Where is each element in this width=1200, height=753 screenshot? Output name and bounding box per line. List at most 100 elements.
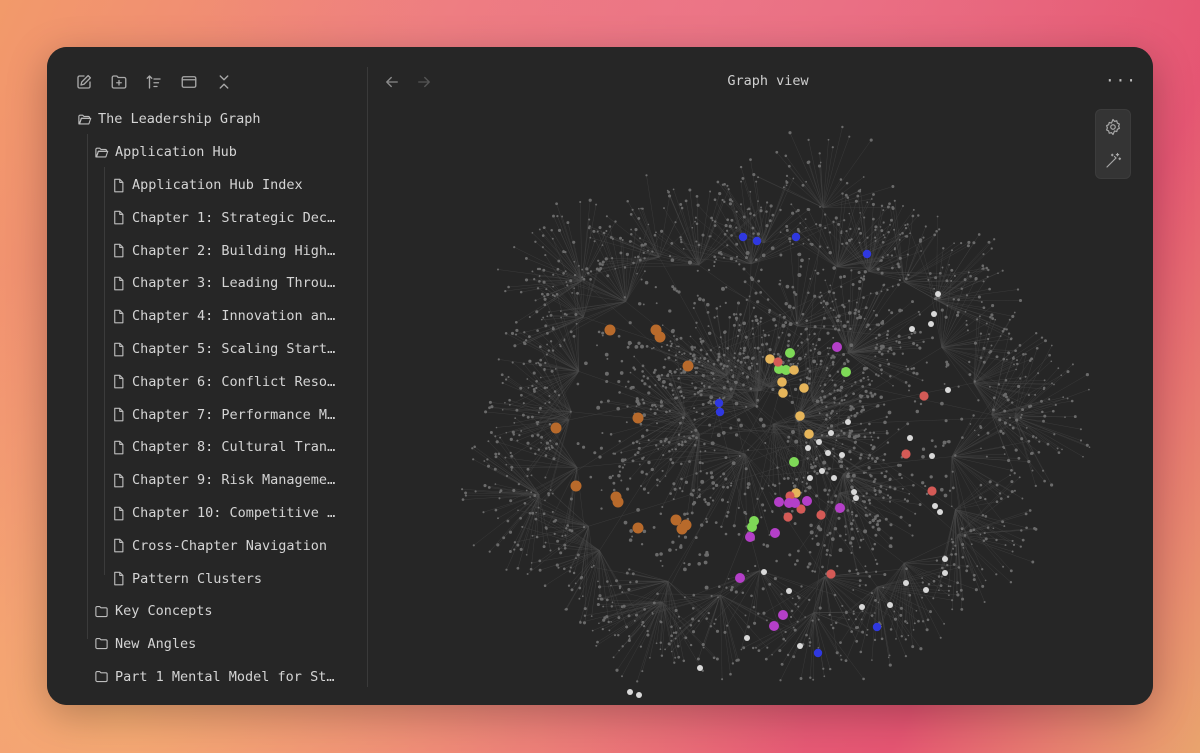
graph-node[interactable] bbox=[727, 359, 730, 362]
graph-node[interactable] bbox=[672, 393, 675, 396]
graph-node[interactable] bbox=[792, 177, 795, 180]
graph-node[interactable] bbox=[910, 367, 913, 371]
graph-node[interactable] bbox=[662, 454, 665, 457]
graph-node[interactable] bbox=[808, 551, 812, 554]
graph-node[interactable] bbox=[757, 279, 761, 283]
graph-node[interactable] bbox=[847, 311, 852, 315]
graph-node[interactable] bbox=[668, 450, 671, 453]
graph-node[interactable] bbox=[596, 602, 600, 607]
graph-node[interactable] bbox=[718, 585, 721, 588]
graph-node[interactable] bbox=[855, 568, 858, 571]
graph-node[interactable] bbox=[801, 183, 805, 187]
graph-node[interactable] bbox=[943, 493, 948, 498]
graph-node[interactable] bbox=[850, 527, 854, 531]
graph-node[interactable] bbox=[841, 443, 844, 445]
graph-node[interactable] bbox=[697, 495, 701, 498]
graph-node[interactable] bbox=[786, 476, 790, 480]
graph-node[interactable] bbox=[875, 523, 880, 527]
graph-node[interactable] bbox=[833, 455, 836, 458]
graph-node[interactable] bbox=[636, 451, 640, 455]
graph-node[interactable] bbox=[873, 309, 875, 312]
graph-node[interactable] bbox=[974, 588, 978, 592]
graph-node[interactable] bbox=[708, 385, 711, 389]
graph-node[interactable] bbox=[661, 564, 664, 567]
graph-node[interactable] bbox=[474, 490, 477, 493]
graph-node[interactable] bbox=[641, 398, 644, 401]
graph-node[interactable] bbox=[974, 277, 978, 281]
graph-node[interactable] bbox=[887, 656, 890, 659]
graph-node[interactable] bbox=[979, 496, 982, 499]
graph-node[interactable] bbox=[692, 359, 696, 363]
graph-node[interactable] bbox=[800, 341, 803, 344]
graph-node[interactable] bbox=[762, 329, 765, 332]
graph-node[interactable] bbox=[866, 394, 868, 397]
graph-node[interactable] bbox=[806, 338, 809, 341]
graph-node[interactable] bbox=[680, 206, 684, 210]
graph-node[interactable] bbox=[1010, 490, 1014, 494]
graph-node[interactable] bbox=[712, 362, 716, 366]
graph-node[interactable] bbox=[694, 386, 697, 390]
graph-node[interactable] bbox=[642, 251, 645, 254]
graph-node[interactable] bbox=[494, 452, 498, 456]
graph-node[interactable] bbox=[707, 325, 710, 328]
graph-node[interactable] bbox=[1028, 405, 1031, 409]
graph-node[interactable] bbox=[544, 361, 547, 365]
graph-node[interactable] bbox=[981, 584, 985, 588]
graph-node[interactable] bbox=[713, 198, 717, 202]
graph-node[interactable] bbox=[705, 520, 709, 524]
graph-node[interactable] bbox=[751, 226, 755, 230]
graph-node[interactable] bbox=[641, 370, 644, 373]
graph-node[interactable] bbox=[785, 284, 790, 289]
graph-node-white[interactable] bbox=[805, 445, 811, 451]
graph-node[interactable] bbox=[596, 405, 601, 410]
graph-node[interactable] bbox=[618, 587, 621, 590]
graph-node[interactable] bbox=[812, 343, 815, 346]
graph-node[interactable] bbox=[679, 336, 683, 340]
graph-node[interactable] bbox=[820, 294, 823, 297]
graph-node[interactable] bbox=[723, 330, 727, 334]
graph-node[interactable] bbox=[792, 484, 797, 488]
graph-node[interactable] bbox=[756, 346, 760, 350]
graph-node[interactable] bbox=[706, 302, 710, 307]
graph-node[interactable] bbox=[696, 203, 700, 207]
graph-node[interactable] bbox=[536, 420, 540, 424]
graph-node[interactable] bbox=[922, 340, 925, 343]
graph-node[interactable] bbox=[757, 612, 760, 615]
graph-node[interactable] bbox=[556, 215, 559, 218]
graph-node[interactable] bbox=[707, 401, 710, 404]
graph-node[interactable] bbox=[754, 291, 758, 295]
graph-node[interactable] bbox=[886, 441, 890, 444]
graph-node[interactable] bbox=[522, 402, 525, 405]
graph-node[interactable] bbox=[775, 559, 778, 563]
graph-node-blue[interactable] bbox=[738, 232, 748, 242]
graph-node[interactable] bbox=[599, 597, 603, 601]
graph-node[interactable] bbox=[543, 303, 547, 307]
graph-node[interactable] bbox=[1048, 353, 1051, 357]
graph-node[interactable] bbox=[822, 306, 825, 309]
graph-node[interactable] bbox=[860, 618, 863, 621]
graph-node[interactable] bbox=[859, 379, 863, 382]
graph-node[interactable] bbox=[692, 501, 697, 505]
graph-node[interactable] bbox=[765, 224, 769, 228]
graph-node[interactable] bbox=[876, 404, 880, 408]
graph-node[interactable] bbox=[497, 268, 499, 271]
graph-node[interactable] bbox=[694, 370, 698, 374]
graph-node[interactable] bbox=[750, 277, 755, 282]
graph-node[interactable] bbox=[644, 280, 649, 285]
graph-node[interactable] bbox=[576, 442, 580, 446]
graph-node[interactable] bbox=[955, 590, 959, 593]
graph-node[interactable] bbox=[1053, 383, 1055, 386]
graph-node[interactable] bbox=[719, 475, 722, 478]
graph-node[interactable] bbox=[695, 472, 698, 475]
graph-node[interactable] bbox=[504, 456, 507, 459]
graph-node[interactable] bbox=[1016, 288, 1020, 291]
graph-node-orange[interactable] bbox=[670, 514, 682, 526]
graph-node[interactable] bbox=[886, 430, 888, 432]
graph-node[interactable] bbox=[737, 533, 741, 536]
graph-node[interactable] bbox=[573, 260, 576, 263]
graph-node[interactable] bbox=[844, 539, 847, 542]
graph-node[interactable] bbox=[652, 346, 655, 349]
graph-node[interactable] bbox=[718, 397, 721, 400]
graph-node[interactable] bbox=[859, 422, 863, 425]
graph-node[interactable] bbox=[671, 389, 674, 392]
